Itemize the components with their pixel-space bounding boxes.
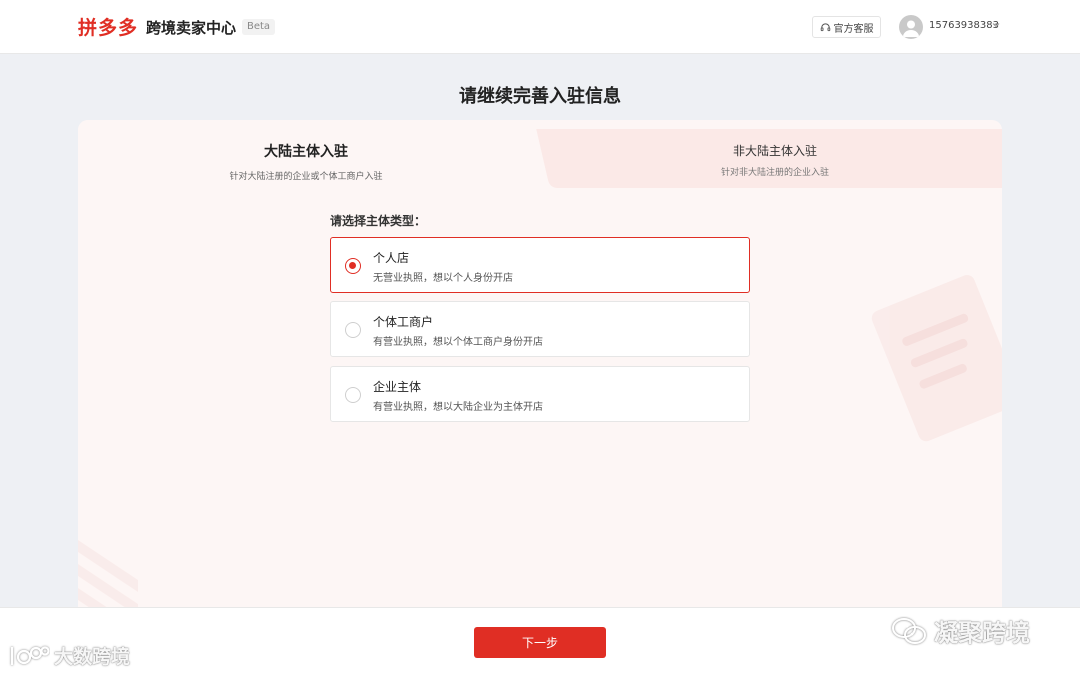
option-title: 个人店 [373,251,410,265]
option-enterprise[interactable]: 企业主体 有营业执照，想以大陆企业为主体开店 [330,366,750,422]
tab-mainland-sub: 针对大陆注册的企业或个体工商户入驻 [229,172,383,182]
watermark-right: 凝聚跨境 [890,613,1030,648]
user-icon [903,20,919,37]
watermark-left: 大数跨境 [8,642,130,669]
user-phone[interactable]: 15763938383 [929,20,999,31]
customer-service-button[interactable]: 官方客服 [812,16,881,38]
entity-type-label: 请选择主体类型： [330,214,427,228]
radio-personal-store[interactable] [345,258,361,274]
option-personal-store[interactable]: 个人店 无营业执照，想以个人身份开店 [330,237,750,293]
watermark-logo-icon [10,645,50,665]
footer-bar: 下一步 大数跨境 凝聚跨境 [0,607,1080,675]
tab-mainland[interactable]: 大陆主体入驻 针对大陆注册的企业或个体工商户入驻 [78,120,534,188]
avatar[interactable] [899,15,923,39]
document-illustration-icon [871,275,1002,442]
registration-card: 大陆主体入驻 针对大陆注册的企业或个体工商户入驻 非大陆主体入驻 针对非大陆注册… [78,120,1002,620]
tab-non-mainland-label: 非大陆主体入驻 [732,144,817,158]
tab-non-mainland-sub: 针对非大陆注册的企业入驻 [720,168,829,178]
watermark-left-text: 大数跨境 [54,646,131,668]
watermark-right-text: 凝聚跨境 [934,619,1030,647]
option-desc: 有营业执照，想以大陆企业为主体开店 [373,402,543,413]
option-title: 个体工商户 [373,315,434,329]
page-title: 请继续完善入驻信息 [459,86,621,107]
radio-enterprise[interactable] [345,387,361,403]
top-header: 拼多多 跨境卖家中心 Beta 官方客服 15763938383 [0,0,1080,54]
option-desc: 无营业执照，想以个人身份开店 [373,273,513,284]
tab-mainland-label: 大陆主体入驻 [264,144,348,160]
option-desc: 有营业执照，想以个体工商户身份开店 [373,337,543,348]
app-title: 跨境卖家中心 [146,19,237,37]
customer-service-label: 官方客服 [833,23,874,35]
headset-icon [820,22,830,31]
next-step-button[interactable]: 下一步 [474,627,606,658]
radio-individual-business[interactable] [345,322,361,338]
option-title: 企业主体 [373,380,422,394]
beta-badge: Beta [242,19,276,35]
option-individual-business[interactable]: 个体工商户 有营业执照，想以个体工商户身份开店 [330,301,750,357]
chevron-down-icon[interactable] [991,20,1001,30]
tab-non-mainland[interactable]: 非大陆主体入驻 针对非大陆注册的企业入驻 [548,129,1002,188]
wechat-icon [892,617,926,644]
pinduoduo-logo[interactable]: 拼多多 [78,13,138,40]
decor-stripes-icon [78,540,138,620]
